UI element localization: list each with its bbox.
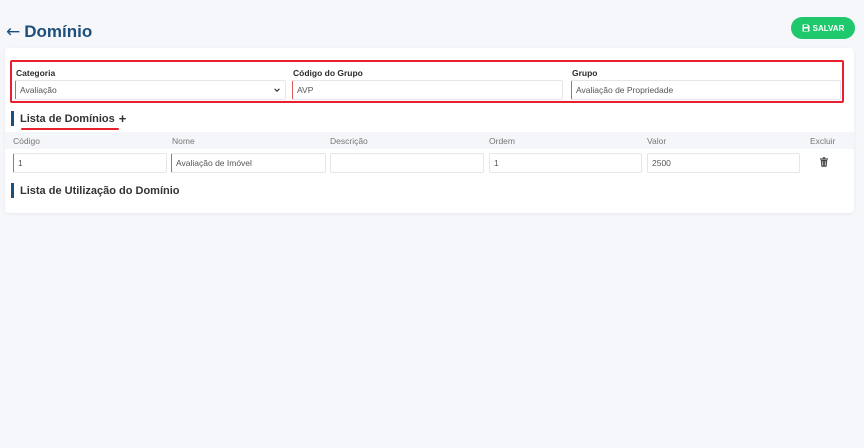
section-bar [11,183,14,198]
col-header-nome: Nome [172,136,195,146]
utilizacao-section-heading: Lista de Utilização do Domínio [11,183,180,198]
categoria-label: Categoria [16,68,56,78]
save-button-label: SALVAR [812,23,845,33]
page-header: ← Domínio [6,22,92,42]
red-underline-annotation [21,128,119,130]
col-header-excluir: Excluir [810,136,836,146]
grupo-label: Grupo [572,68,598,78]
arrow-left-icon[interactable]: ← [6,22,20,42]
table-header [5,132,854,149]
trash-icon[interactable] [820,157,828,167]
categoria-value: Avaliação [20,85,57,95]
row-descricao-input[interactable] [330,153,484,173]
codigo-grupo-label: Código do Grupo [293,68,363,78]
dominios-section-heading: Lista de Domínios + [11,111,126,126]
col-header-valor: Valor [647,136,667,146]
row-nome-value: Avaliação de Imóvel [176,158,252,168]
codigo-grupo-value: AVP [297,85,314,95]
dominios-title: Lista de Domínios [20,112,115,125]
grupo-input[interactable]: Avaliação de Propriedade [571,80,841,100]
floppy-disk-icon [802,24,810,32]
categoria-select[interactable]: Avaliação [15,80,286,100]
section-bar [11,111,14,126]
codigo-grupo-input[interactable]: AVP [292,80,563,100]
row-valor-value: 2500 [652,158,671,168]
grupo-value: Avaliação de Propriedade [576,85,674,95]
col-header-ordem: Ordem [489,136,515,146]
row-ordem-input[interactable]: 1 [489,153,642,173]
row-codigo-value: 1 [18,158,23,168]
col-header-codigo: Código [13,136,40,146]
row-codigo-input[interactable]: 1 [13,153,167,173]
utilizacao-title: Lista de Utilização do Domínio [20,184,180,197]
row-nome-input[interactable]: Avaliação de Imóvel [171,153,326,173]
plus-icon[interactable]: + [119,112,127,125]
chevron-down-icon [274,88,280,92]
col-header-descricao: Descrição [330,136,368,146]
save-button[interactable]: SALVAR [791,17,855,39]
page-title: Domínio [24,22,93,41]
row-ordem-value: 1 [494,158,499,168]
row-valor-input[interactable]: 2500 [647,153,800,173]
